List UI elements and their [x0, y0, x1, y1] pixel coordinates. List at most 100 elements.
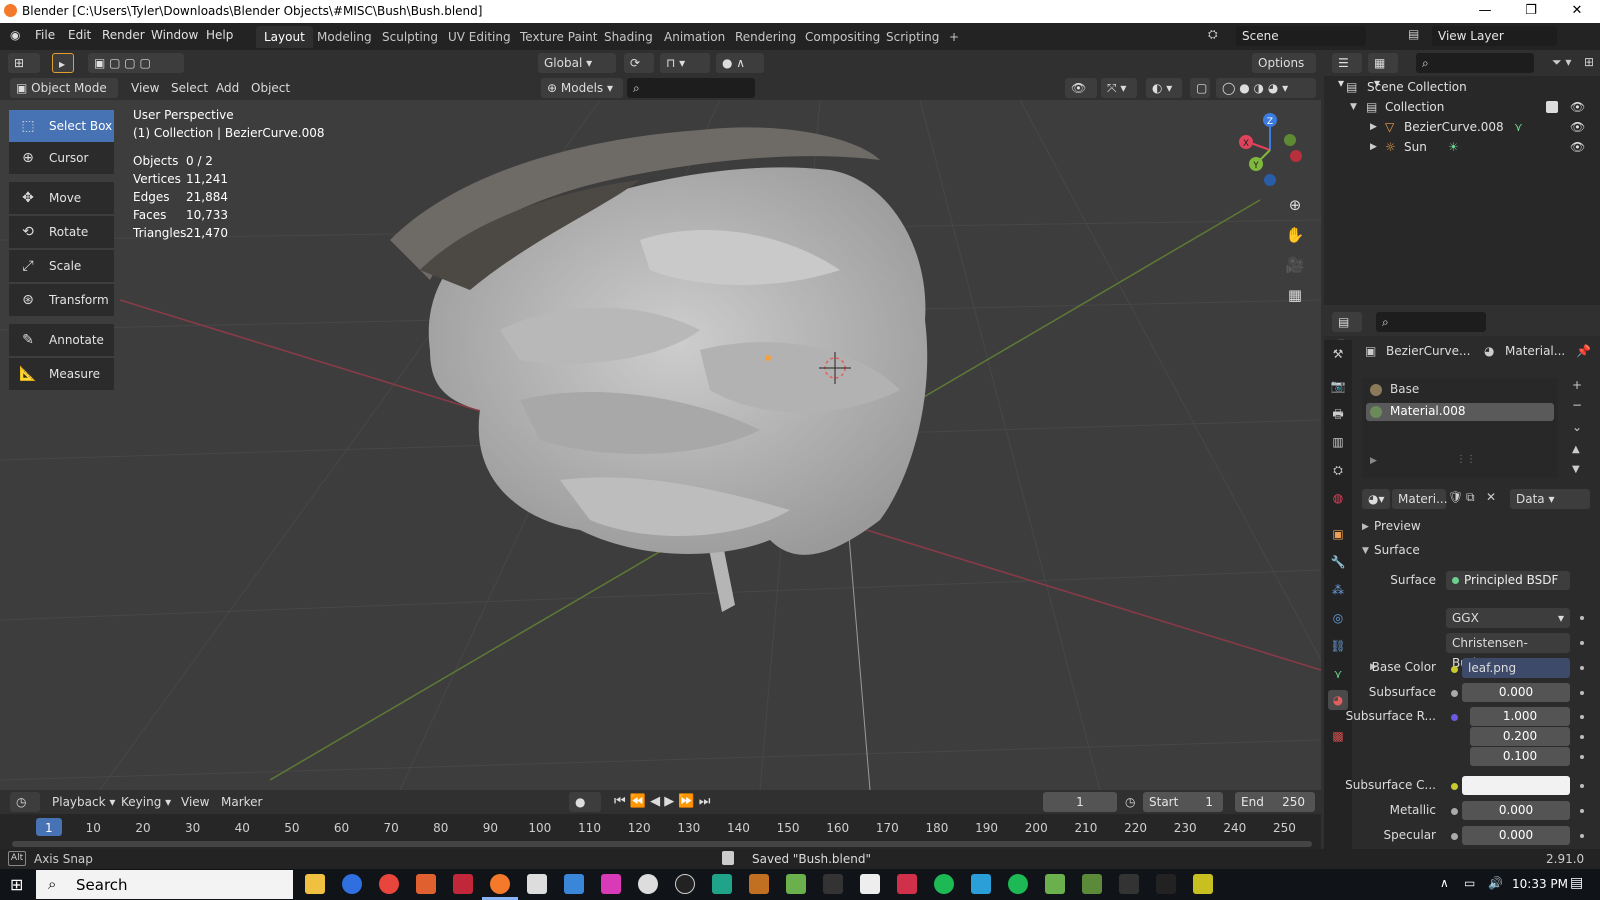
snap-icon[interactable]: ⊓ ▾ [660, 53, 710, 73]
menu-playback[interactable]: Playback ▾ [52, 792, 115, 812]
subsurface-value[interactable]: 0.000 [1462, 683, 1570, 702]
physics-tab-icon[interactable]: ◎ [1328, 608, 1348, 628]
blender-taskbar-icon[interactable] [490, 874, 510, 894]
tab-rendering[interactable]: Rendering [727, 26, 804, 48]
end-frame-field[interactable]: End 250 [1235, 792, 1315, 812]
menu-add[interactable]: Add [216, 78, 239, 98]
exclude-checkbox[interactable] [1546, 101, 1558, 113]
pan-hand-icon[interactable]: ✋ [1283, 223, 1307, 247]
menu-select[interactable]: Select [171, 78, 208, 98]
tool-rotate[interactable]: ⟲ Rotate [9, 216, 114, 248]
keyframe-dot[interactable] [1580, 691, 1584, 695]
keyframe-dot[interactable] [1580, 715, 1584, 719]
taskbar-clock[interactable]: 10:33 PM [1512, 877, 1568, 891]
record-button[interactable]: ● ▾ [569, 792, 601, 829]
viewport-search-input[interactable]: ⌕ [627, 78, 755, 98]
metallic-value[interactable]: 0.000 [1462, 801, 1570, 820]
app-icon[interactable] [675, 874, 695, 894]
network-icon[interactable]: ▭ [1464, 876, 1475, 890]
tool-cursor[interactable]: ⊕ Cursor [9, 142, 114, 174]
subsurface-radius-z[interactable]: 0.100 [1470, 747, 1570, 766]
navigation-gizmo[interactable]: Z X Y [1230, 110, 1310, 190]
menu-timeline-view[interactable]: View [181, 792, 209, 812]
minecraft-icon[interactable] [1082, 874, 1102, 894]
app-icon[interactable] [860, 874, 880, 894]
taskbar-search[interactable]: ⌕ Search [36, 870, 293, 899]
display-mode-icon[interactable]: ▦ ▾ [1368, 53, 1398, 90]
menu-view[interactable]: View [131, 78, 159, 98]
visibility-eye-icon[interactable]: 👁 [1570, 137, 1585, 157]
keyframe-dot[interactable] [1580, 784, 1584, 788]
menu-edit[interactable]: Edit [68, 28, 91, 42]
close-button[interactable]: ✕ [1554, 0, 1600, 23]
constraints-tab-icon[interactable]: ⛓ [1328, 636, 1348, 656]
expand-arrow-icon[interactable]: ▼ [1350, 97, 1357, 117]
playback-controls-icons[interactable]: ⏮ ⏪ ◀ ▶ ⏩ ⏭ [614, 792, 710, 812]
visibility-eye-icon[interactable]: 👁 [1570, 117, 1585, 137]
app-icon[interactable] [897, 874, 917, 894]
gizmo-toggle-icon[interactable]: ⤧ ▾ [1101, 78, 1137, 98]
properties-editor-icon[interactable]: ▤ ▾ [1332, 312, 1362, 349]
pivot-icon[interactable]: ⟳ [624, 53, 654, 73]
base-color-texture-field[interactable]: leaf.png [1462, 658, 1570, 678]
app-icon[interactable] [342, 874, 362, 894]
keyframe-dot[interactable] [1580, 834, 1584, 838]
distribution-dropdown[interactable]: GGX ▾ [1446, 608, 1570, 628]
panel-surface[interactable]: Surface [1374, 543, 1420, 557]
keyframe-dot[interactable] [1580, 735, 1584, 739]
subsurface-color-swatch[interactable] [1462, 776, 1570, 795]
app-icon[interactable] [601, 874, 621, 894]
selection-mode-icons[interactable]: ▣ ▢ ▢ ▢ [88, 53, 184, 73]
app-icon[interactable] [453, 874, 473, 894]
app-icon[interactable] [971, 874, 991, 894]
current-frame-field[interactable]: 1 [1043, 792, 1117, 812]
resize-handle-icon[interactable]: ⋮⋮ [1456, 454, 1476, 465]
world-tab-icon[interactable]: ◍ [1328, 488, 1348, 508]
subsurface-radius-y[interactable]: 0.200 [1470, 727, 1570, 746]
object-tab-icon[interactable]: ▣ [1328, 524, 1348, 544]
keyframe-dot[interactable] [1580, 666, 1584, 670]
app-icon[interactable] [712, 874, 732, 894]
overlay-toggle-icon[interactable]: ◐ ▾ [1146, 78, 1182, 98]
editor-type-icon[interactable]: ⊞ [8, 53, 40, 73]
keyframe-dot[interactable] [1580, 616, 1584, 620]
expand-arrow-icon[interactable]: ▶ [1370, 456, 1377, 466]
properties-search-input[interactable]: ⌕ [1376, 312, 1486, 332]
app-icon[interactable] [1119, 874, 1139, 894]
mode-dropdown[interactable]: ▣ Object Mode ▾ [10, 78, 118, 115]
keyframe-dot[interactable] [1580, 809, 1584, 813]
xray-icon[interactable]: ▢ [1190, 78, 1210, 98]
app-icon[interactable] [786, 874, 806, 894]
zoom-icon[interactable]: ⊕ [1283, 193, 1307, 217]
tray-chevron-icon[interactable]: ∧ [1440, 876, 1449, 890]
chrome-icon[interactable] [379, 874, 399, 894]
app-icon[interactable] [527, 874, 547, 894]
spotify-icon[interactable] [1008, 874, 1028, 894]
panel-preview[interactable]: Preview [1374, 519, 1421, 533]
windows-start-icon[interactable]: ⊞ [10, 875, 23, 894]
visibility-icon[interactable]: 👁 ▾ [1065, 78, 1097, 115]
transform-orientation-dropdown[interactable]: Global ▾ [538, 53, 616, 73]
output-tab-icon[interactable]: 🖶 [1328, 404, 1348, 424]
outliner-item-beziercurve[interactable]: ▶ ▽ BezierCurve.008 ⋎ 👁 [1324, 117, 1600, 137]
slot-selected[interactable]: Material.008 [1366, 403, 1554, 421]
subsurface-method-dropdown[interactable]: Christensen-Burley▾ [1446, 633, 1570, 670]
outliner-item-sun[interactable]: ▶ ☼ Sun ☀ 👁 [1324, 137, 1600, 157]
tool-scale[interactable]: ⤢ Scale [9, 250, 114, 282]
add-workspace-icon[interactable]: + [941, 26, 967, 48]
app-icon[interactable] [1193, 874, 1213, 894]
timeline-frames[interactable]: 1 10 20 30 40 50 60 70 80 90 100 110 120 130 140 150 160… [0, 814, 1321, 849]
menu-file[interactable]: File [35, 28, 55, 42]
view-layer-tab-icon[interactable]: ▥ [1328, 432, 1348, 452]
start-frame-field[interactable]: Start 1 [1143, 792, 1223, 812]
app-icon[interactable] [638, 874, 658, 894]
app-icon[interactable] [749, 874, 769, 894]
tab-sculpting[interactable]: Sculpting [374, 26, 446, 48]
tab-scripting[interactable]: Scripting [878, 26, 947, 48]
app-icon[interactable] [823, 874, 843, 894]
new-collection-icon[interactable]: ⊞ [1584, 55, 1594, 69]
subsurface-radius-x[interactable]: 1.000 [1470, 707, 1570, 726]
tool-annotate[interactable]: ✎ Annotate [9, 324, 114, 356]
move-up-icon[interactable]: ▲ [1572, 444, 1580, 455]
select-tool-icon[interactable]: ▸ [52, 53, 74, 73]
